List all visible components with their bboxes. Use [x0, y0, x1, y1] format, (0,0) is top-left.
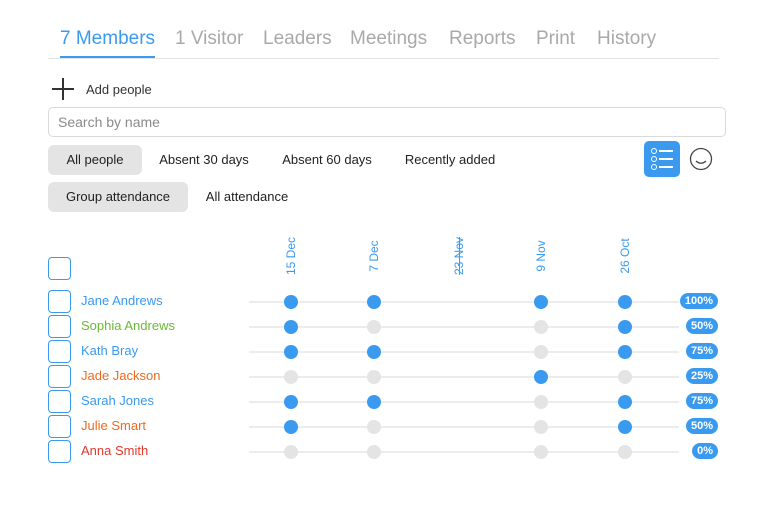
date-column-header[interactable]: 15 Dec	[281, 232, 301, 280]
attended-dot[interactable]	[284, 395, 298, 409]
member-name[interactable]: Jane Andrews	[81, 293, 163, 308]
attended-dot[interactable]	[284, 345, 298, 359]
attendance-percent-badge: 100%	[679, 293, 718, 309]
tab-visitor[interactable]: 1 Visitor	[175, 26, 243, 56]
member-name[interactable]: Kath Bray	[81, 343, 138, 358]
tab-print[interactable]: Print	[536, 26, 575, 56]
date-label: 26 Oct	[618, 238, 632, 274]
attendance-track	[249, 301, 679, 303]
attendance-percent-badge: 50%	[685, 418, 718, 434]
member-checkbox[interactable]	[48, 390, 71, 413]
attended-dot[interactable]	[284, 295, 298, 309]
absent-dot[interactable]	[534, 420, 548, 434]
attendance-percent-badge: 25%	[685, 368, 718, 384]
attended-dot[interactable]	[284, 420, 298, 434]
member-checkbox[interactable]	[48, 415, 71, 438]
tab-reports[interactable]: Reports	[449, 26, 516, 56]
plus-icon	[52, 78, 74, 100]
member-checkbox[interactable]	[48, 315, 71, 338]
date-column-header[interactable]: 7 Dec	[364, 232, 384, 280]
absent-dot[interactable]	[534, 320, 548, 334]
date-column-header[interactable]: 26 Oct	[615, 232, 635, 280]
search-input[interactable]	[48, 107, 726, 137]
filter-absent-30-days[interactable]: Absent 30 days	[152, 145, 256, 175]
attended-dot[interactable]	[618, 320, 632, 334]
member-row: Sarah Jones 75%	[0, 389, 767, 414]
attendance-percent-badge: 75%	[685, 343, 718, 359]
add-people-label: Add people	[86, 81, 152, 97]
absent-dot[interactable]	[367, 445, 381, 459]
member-name[interactable]: Julie Smart	[81, 418, 146, 433]
date-label: 9 Nov	[534, 240, 548, 272]
member-name[interactable]: Sarah Jones	[81, 393, 154, 408]
attendance-track	[249, 426, 679, 428]
member-checkbox[interactable]	[48, 340, 71, 363]
member-checkbox[interactable]	[48, 440, 71, 463]
absent-dot[interactable]	[618, 370, 632, 384]
attendance-percent-badge: 75%	[685, 393, 718, 409]
filter-absent-60-days[interactable]: Absent 60 days	[275, 145, 379, 175]
attended-dot[interactable]	[618, 345, 632, 359]
member-row: Anna Smith 0%	[0, 439, 767, 464]
member-row: Kath Bray 75%	[0, 339, 767, 364]
absent-dot[interactable]	[284, 445, 298, 459]
date-column-header[interactable]: 9 Nov	[531, 232, 551, 280]
date-label: 23 Nov	[452, 236, 466, 276]
member-row: Sophia Andrews 50%	[0, 314, 767, 339]
absent-dot[interactable]	[534, 395, 548, 409]
smiley-icon[interactable]	[689, 147, 713, 171]
attendance-track	[249, 401, 679, 403]
absent-dot[interactable]	[367, 420, 381, 434]
add-people-button[interactable]: Add people	[52, 76, 152, 102]
date-label: 15 Dec	[284, 236, 298, 276]
absent-dot[interactable]	[367, 370, 381, 384]
member-name[interactable]: Anna Smith	[81, 443, 148, 458]
tab-leaders[interactable]: Leaders	[263, 26, 332, 56]
tab-history[interactable]: History	[597, 26, 656, 56]
attended-dot[interactable]	[618, 295, 632, 309]
attended-dot[interactable]	[618, 420, 632, 434]
select-all-checkbox[interactable]	[48, 257, 71, 280]
list-view-button[interactable]	[644, 141, 680, 177]
tab-bar: 7 Members 1 Visitor Leaders Meetings Rep…	[48, 26, 719, 59]
absent-dot[interactable]	[534, 345, 548, 359]
attendance-track	[249, 376, 679, 378]
attended-dot[interactable]	[367, 345, 381, 359]
member-checkbox[interactable]	[48, 365, 71, 388]
member-row: Jade Jackson 25%	[0, 364, 767, 389]
member-name[interactable]: Jade Jackson	[81, 368, 161, 383]
absent-dot[interactable]	[534, 445, 548, 459]
member-row: Julie Smart 50%	[0, 414, 767, 439]
absent-dot[interactable]	[367, 320, 381, 334]
member-checkbox[interactable]	[48, 290, 71, 313]
member-name[interactable]: Sophia Andrews	[81, 318, 175, 333]
date-label: 7 Dec	[367, 240, 381, 272]
attendance-percent-badge: 0%	[692, 443, 718, 459]
group-attendance-button[interactable]: Group attendance	[48, 182, 188, 212]
attended-dot[interactable]	[367, 295, 381, 309]
attended-dot[interactable]	[284, 320, 298, 334]
filter-recently-added[interactable]: Recently added	[398, 145, 502, 175]
tab-members[interactable]: 7 Members	[60, 26, 156, 58]
attendance-track	[249, 326, 679, 328]
absent-dot[interactable]	[618, 445, 632, 459]
tab-meetings[interactable]: Meetings	[350, 26, 427, 56]
attended-dot[interactable]	[534, 295, 548, 309]
attended-dot[interactable]	[367, 395, 381, 409]
attendance-track	[249, 351, 679, 353]
attended-dot[interactable]	[618, 395, 632, 409]
attendance-percent-badge: 50%	[685, 318, 718, 334]
member-row: Jane Andrews 100%	[0, 289, 767, 314]
filter-all-people[interactable]: All people	[48, 145, 142, 175]
attendance-track	[249, 451, 679, 453]
date-column-header[interactable]: 23 Nov	[449, 232, 469, 280]
all-attendance-button[interactable]: All attendance	[198, 182, 296, 212]
attended-dot[interactable]	[534, 370, 548, 384]
absent-dot[interactable]	[284, 370, 298, 384]
